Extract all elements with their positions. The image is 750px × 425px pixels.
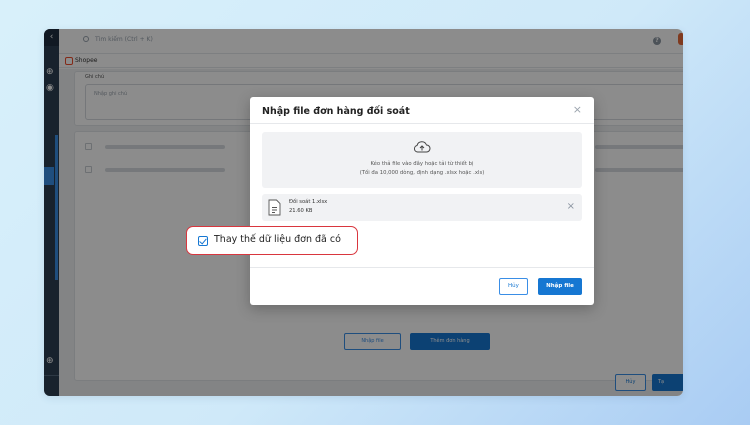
replace-data-option[interactable]: Thay thế dữ liệu đơn đã có xyxy=(186,226,358,255)
modal-footer-divider xyxy=(250,267,594,268)
import-modal: Nhập file đơn hàng đối soát × Kéo thả fi… xyxy=(250,97,594,305)
app-window: ‹ ⊕ ◉ ⊕ Tìm kiếm (Ctrl + K) ? Shopee Ghi… xyxy=(44,29,683,396)
replace-data-label: Thay thế dữ liệu đơn đã có xyxy=(214,234,341,245)
file-size: 21.60 KB xyxy=(289,208,313,214)
file-icon xyxy=(268,199,281,216)
modal-import-button[interactable]: Nhập file xyxy=(538,278,582,295)
file-dropzone[interactable]: Kéo thả file vào đây hoặc tải từ thiết b… xyxy=(262,132,582,188)
modal-divider xyxy=(250,123,594,124)
replace-data-checkbox[interactable] xyxy=(198,236,208,246)
close-icon[interactable]: × xyxy=(573,104,582,116)
uploaded-file-item: Đối soát 1.xlsx 21.60 KB × xyxy=(262,194,582,221)
dropzone-instruction: Kéo thả file vào đây hoặc tải từ thiết b… xyxy=(370,161,474,167)
remove-file-icon[interactable]: × xyxy=(567,201,575,213)
cloud-upload-icon xyxy=(413,141,431,153)
dropzone-constraints: (Tối đa 10,000 dòng, định dạng .xlsx hoặ… xyxy=(359,170,485,176)
file-name: Đối soát 1.xlsx xyxy=(289,199,328,205)
modal-title: Nhập file đơn hàng đối soát xyxy=(262,106,410,117)
modal-cancel-button[interactable]: Hủy xyxy=(499,278,528,295)
